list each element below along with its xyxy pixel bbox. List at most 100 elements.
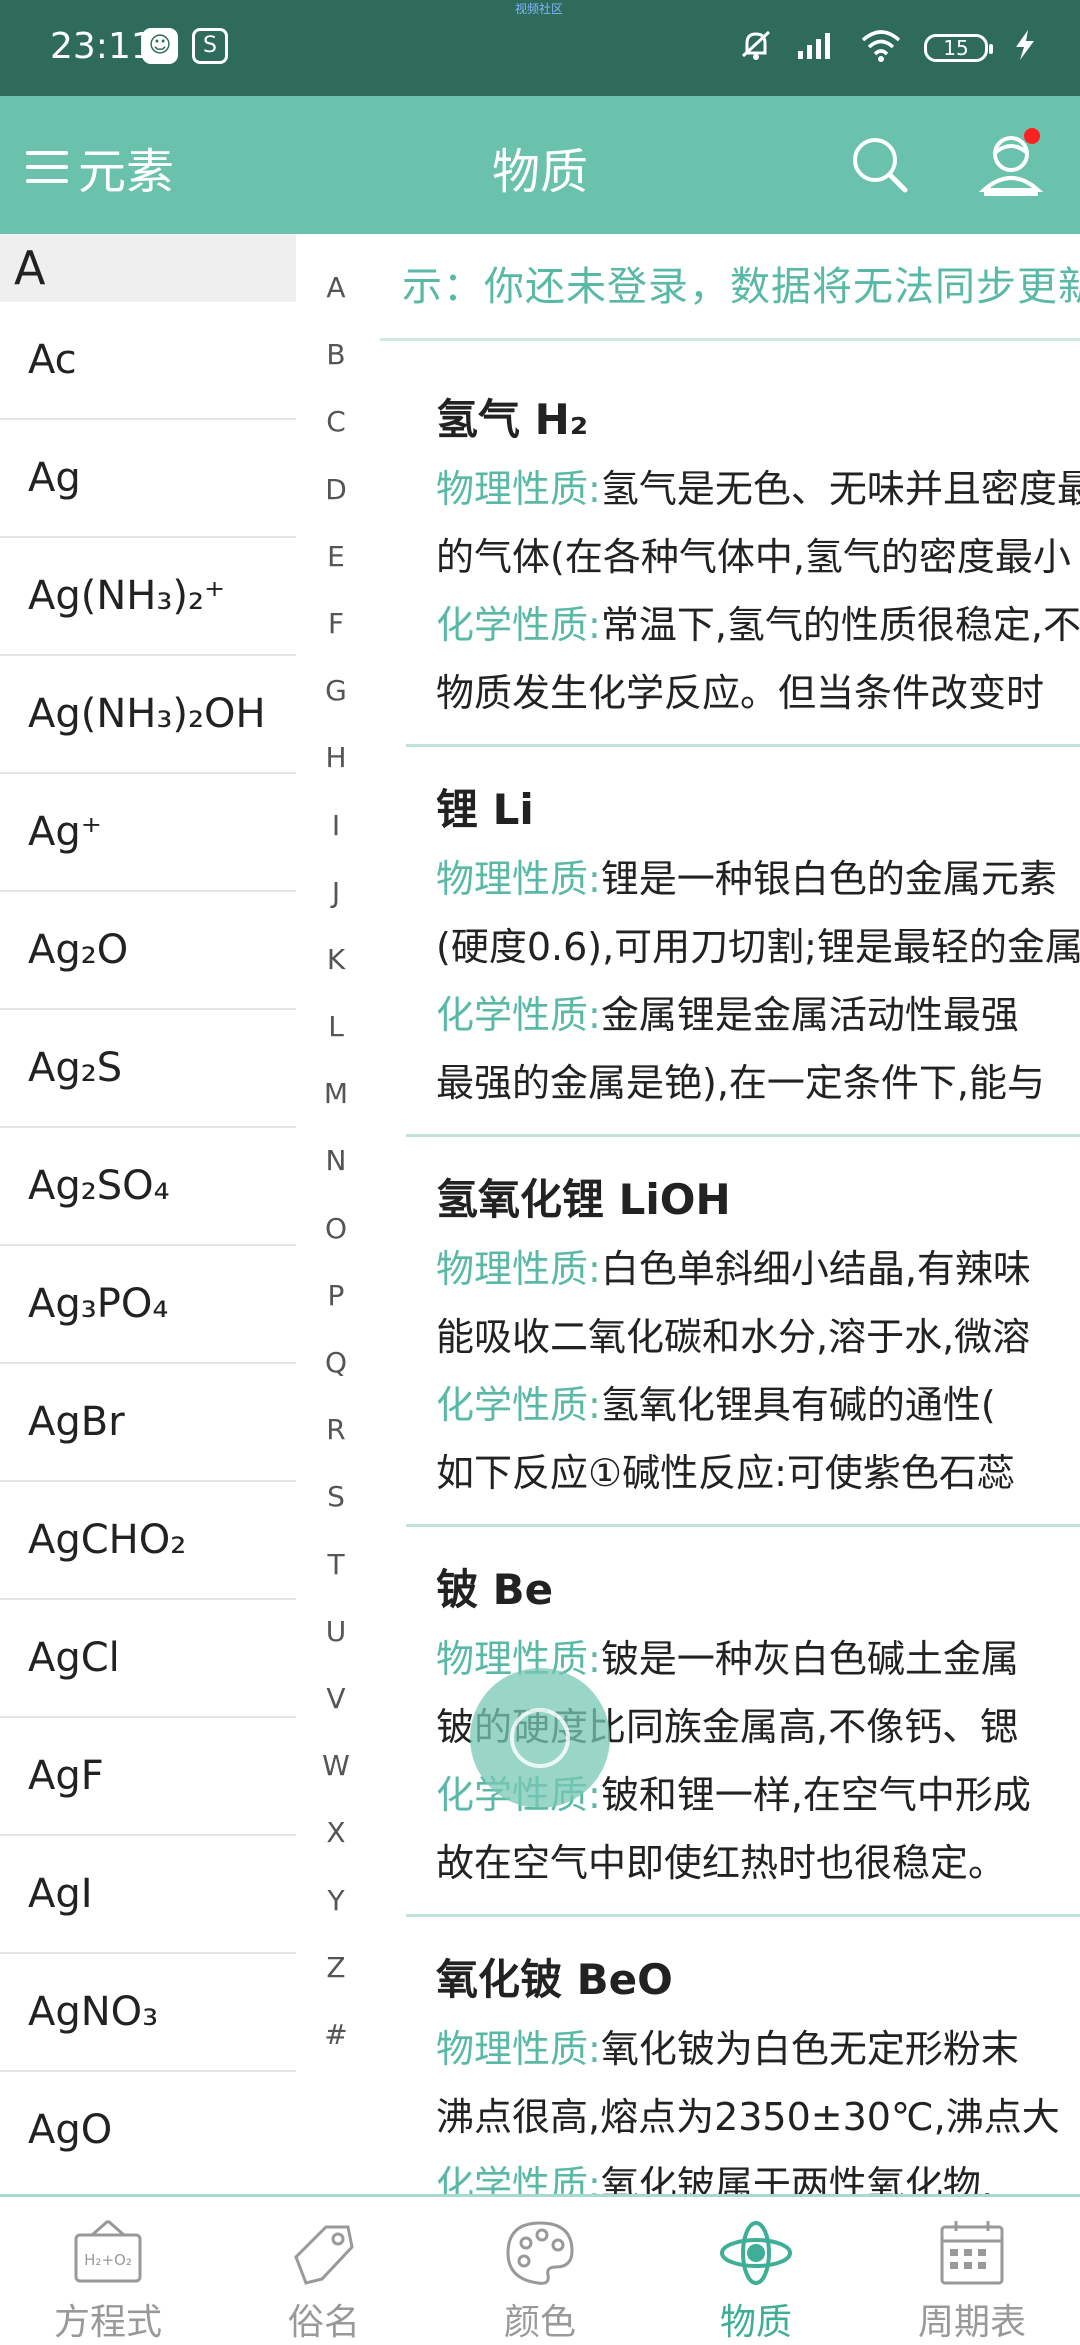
list-item[interactable]: Ag (0, 418, 296, 536)
list-item[interactable]: Ag(NH₃)₂⁺ (0, 536, 296, 654)
alphabet-letter[interactable]: E (300, 533, 372, 600)
alphabet-letter[interactable]: J (300, 869, 372, 936)
chemical-property-label: 化学性质: (436, 603, 601, 647)
tab-equation[interactable]: H₂+O₂ 方程式 (0, 2197, 216, 2343)
app-header: 元素 物质 (0, 96, 1080, 234)
alphabet-letter[interactable]: F (300, 600, 372, 667)
list-item[interactable]: Ag₂SO₄ (0, 1126, 296, 1244)
list-item[interactable]: Ag₂S (0, 1008, 296, 1126)
user-button[interactable] (976, 126, 1046, 202)
alphabet-index[interactable]: A B C D E F G H I J K L M N O P Q R S T U V W X Y Z # (300, 264, 372, 2078)
chemical-line-2: 最强的金属是铯),在一定条件下,能与 (436, 1061, 1045, 1105)
floating-assist-button[interactable] (470, 1668, 610, 1808)
physical-property-text: 锂是一种银白色的金属元素 (600, 857, 1057, 901)
alphabet-letter[interactable]: H (300, 734, 372, 801)
physical-line-2: 的气体(在各种气体中,氢气的密度最小 (436, 535, 1071, 579)
list-item[interactable]: AgF (0, 1716, 296, 1834)
alphabet-letter[interactable]: D (300, 466, 372, 533)
alphabet-letter[interactable]: Z (300, 1944, 372, 2011)
alphabet-letter[interactable]: B (300, 331, 372, 398)
alphabet-letter[interactable]: C (300, 398, 372, 465)
tab-substance[interactable]: 物质 (648, 2197, 864, 2343)
substance-title: 氧化铍 BeO (436, 1955, 673, 2004)
list-item[interactable]: AgI (0, 1834, 296, 1952)
login-tip-marquee[interactable]: 示：你还未登录，数据将无法同步更新 (402, 254, 1080, 312)
tab-common-name[interactable]: 俗名 (216, 2197, 432, 2343)
list-item[interactable]: AgNO₃ (0, 1952, 296, 2070)
alphabet-letter[interactable]: Q (300, 1339, 372, 1406)
list-item[interactable]: Ag₃PO₄ (0, 1244, 296, 1362)
substance-card[interactable]: 氧化铍 BeO 物理性质:氧化铍为白色无定形粉末 沸点很高,熔点为2350±30℃,… (406, 1914, 1080, 2194)
alphabet-letter[interactable]: V (300, 1675, 372, 1742)
chemical-line-1: 化学性质:金属锂是金属活动性最强 (436, 984, 1019, 1039)
alphabet-letter[interactable]: T (300, 1541, 372, 1608)
search-button[interactable] (845, 130, 915, 200)
substance-card[interactable]: 锂 Li 物理性质:锂是一种银白色的金属元素 (硬度0.6),可用刀切割;锂是最轻的… (406, 744, 1080, 1137)
alphabet-letter[interactable]: N (300, 1137, 372, 1204)
physical-property-text: 白色单斜细小结晶,有辣味 (600, 1247, 1031, 1291)
alphabet-letter[interactable]: K (300, 936, 372, 1003)
signal-icon (796, 29, 838, 67)
list-item[interactable]: Ag₂O (0, 890, 296, 1008)
chemical-property-label: 化学性质: (436, 2163, 601, 2194)
list-item[interactable]: Ag⁺ (0, 772, 296, 890)
chemical-property-text: 氢氧化锂具有碱的通性( (600, 1383, 996, 1427)
notification-badge (1024, 128, 1040, 144)
physical-property-label: 物理性质: (436, 1247, 601, 1291)
chemical-line-2: 如下反应①碱性反应:可使紫色石蕊 (436, 1451, 1015, 1495)
search-icon (853, 138, 908, 193)
palette-icon (502, 2217, 578, 2289)
substance-content[interactable]: 示：你还未登录，数据将无法同步更新 氢气 H₂ 物理性质:氢气是无色、无味并且密度… (380, 234, 1080, 2194)
chemical-property-label: 化学性质: (436, 993, 601, 1037)
alphabet-letter[interactable]: # (300, 2011, 372, 2078)
physical-line-2: 能吸收二氧化碳和水分,溶于水,微溶 (436, 1315, 1031, 1359)
alphabet-letter[interactable]: O (300, 1205, 372, 1272)
substance-card[interactable]: 氢氧化锂 LiOH 物理性质:白色单斜细小结晶,有辣味能吸收二氧化碳和水分,溶于水… (406, 1134, 1080, 1527)
physical-line-2: (硬度0.6),可用刀切割;锂是最轻的金属 (436, 925, 1080, 969)
alphabet-letter[interactable]: S (300, 1473, 372, 1540)
alphabet-letter[interactable]: R (300, 1406, 372, 1473)
list-item[interactable]: Ag(NH₃)₂OH (0, 654, 296, 772)
tag-icon (286, 2217, 362, 2289)
chemical-line-2: 故在空气中即使红热时也很稳定。 (436, 1841, 1007, 1885)
wifi-icon (860, 28, 902, 68)
alphabet-letter[interactable]: L (300, 1003, 372, 1070)
status-bar: 23:11 ☺ S 视频社区 15 (0, 0, 1080, 96)
alphabet-letter[interactable]: X (300, 1809, 372, 1876)
substance-list[interactable]: A Ac Ag Ag(NH₃)₂⁺ Ag(NH₃)₂OH Ag⁺ Ag₂O Ag₂S Ag₂S… (0, 234, 296, 2194)
atom-icon (718, 2217, 794, 2289)
top-tag: 视频社区 (515, 2, 564, 16)
chemical-property-text: 铍和锂一样,在空气中形成 (600, 1773, 1031, 1817)
substance-title: 氢氧化锂 LiOH (436, 1175, 731, 1224)
chemical-line-1: 化学性质:常温下,氢气的性质很稳定,不容 (436, 594, 1080, 649)
list-item[interactable]: AgO (0, 2070, 296, 2188)
substance-card[interactable]: 氢气 H₂ 物理性质:氢气是无色、无味并且密度最小的气体(在各种气体中,氢气的密度… (406, 354, 1080, 747)
section-header: A (0, 234, 296, 302)
alphabet-letter[interactable]: A (300, 264, 372, 331)
physical-property-label: 物理性质: (436, 857, 601, 901)
tab-periodic-table[interactable]: 周期表 (864, 2197, 1080, 2343)
physical-property-label: 物理性质: (436, 467, 601, 511)
chemical-line-1: 化学性质:氧化铍属于两性氧化物, (436, 2154, 993, 2194)
list-item[interactable]: AgCHO₂ (0, 1480, 296, 1598)
physical-property-text: 铍是一种灰白色碱土金属 (600, 1637, 1019, 1681)
list-item[interactable]: Ac (0, 302, 296, 418)
alphabet-letter[interactable]: W (300, 1742, 372, 1809)
alphabet-letter[interactable]: G (300, 667, 372, 734)
physical-line-1: 物理性质:白色单斜细小结晶,有辣味 (436, 1238, 1031, 1293)
chemical-property-label: 化学性质: (436, 1383, 601, 1427)
substance-title: 氢气 H₂ (436, 395, 589, 444)
physical-line-2: 沸点很高,熔点为2350±30℃,沸点大 (436, 2095, 1060, 2139)
list-item[interactable]: AgCl (0, 1598, 296, 1716)
tab-label: 周期表 (917, 2302, 1026, 2343)
alphabet-letter[interactable]: M (300, 1070, 372, 1137)
tab-color[interactable]: 颜色 (432, 2197, 648, 2343)
chemical-property-text: 金属锂是金属活动性最强 (600, 993, 1019, 1037)
alphabet-letter[interactable]: Y (300, 1877, 372, 1944)
alphabet-letter[interactable]: U (300, 1608, 372, 1675)
physical-line-1: 物理性质:氢气是无色、无味并且密度最小 (436, 458, 1080, 513)
alphabet-letter[interactable]: I (300, 802, 372, 869)
tab-label: 方程式 (53, 2302, 162, 2343)
alphabet-letter[interactable]: P (300, 1272, 372, 1339)
list-item[interactable]: AgBr (0, 1362, 296, 1480)
